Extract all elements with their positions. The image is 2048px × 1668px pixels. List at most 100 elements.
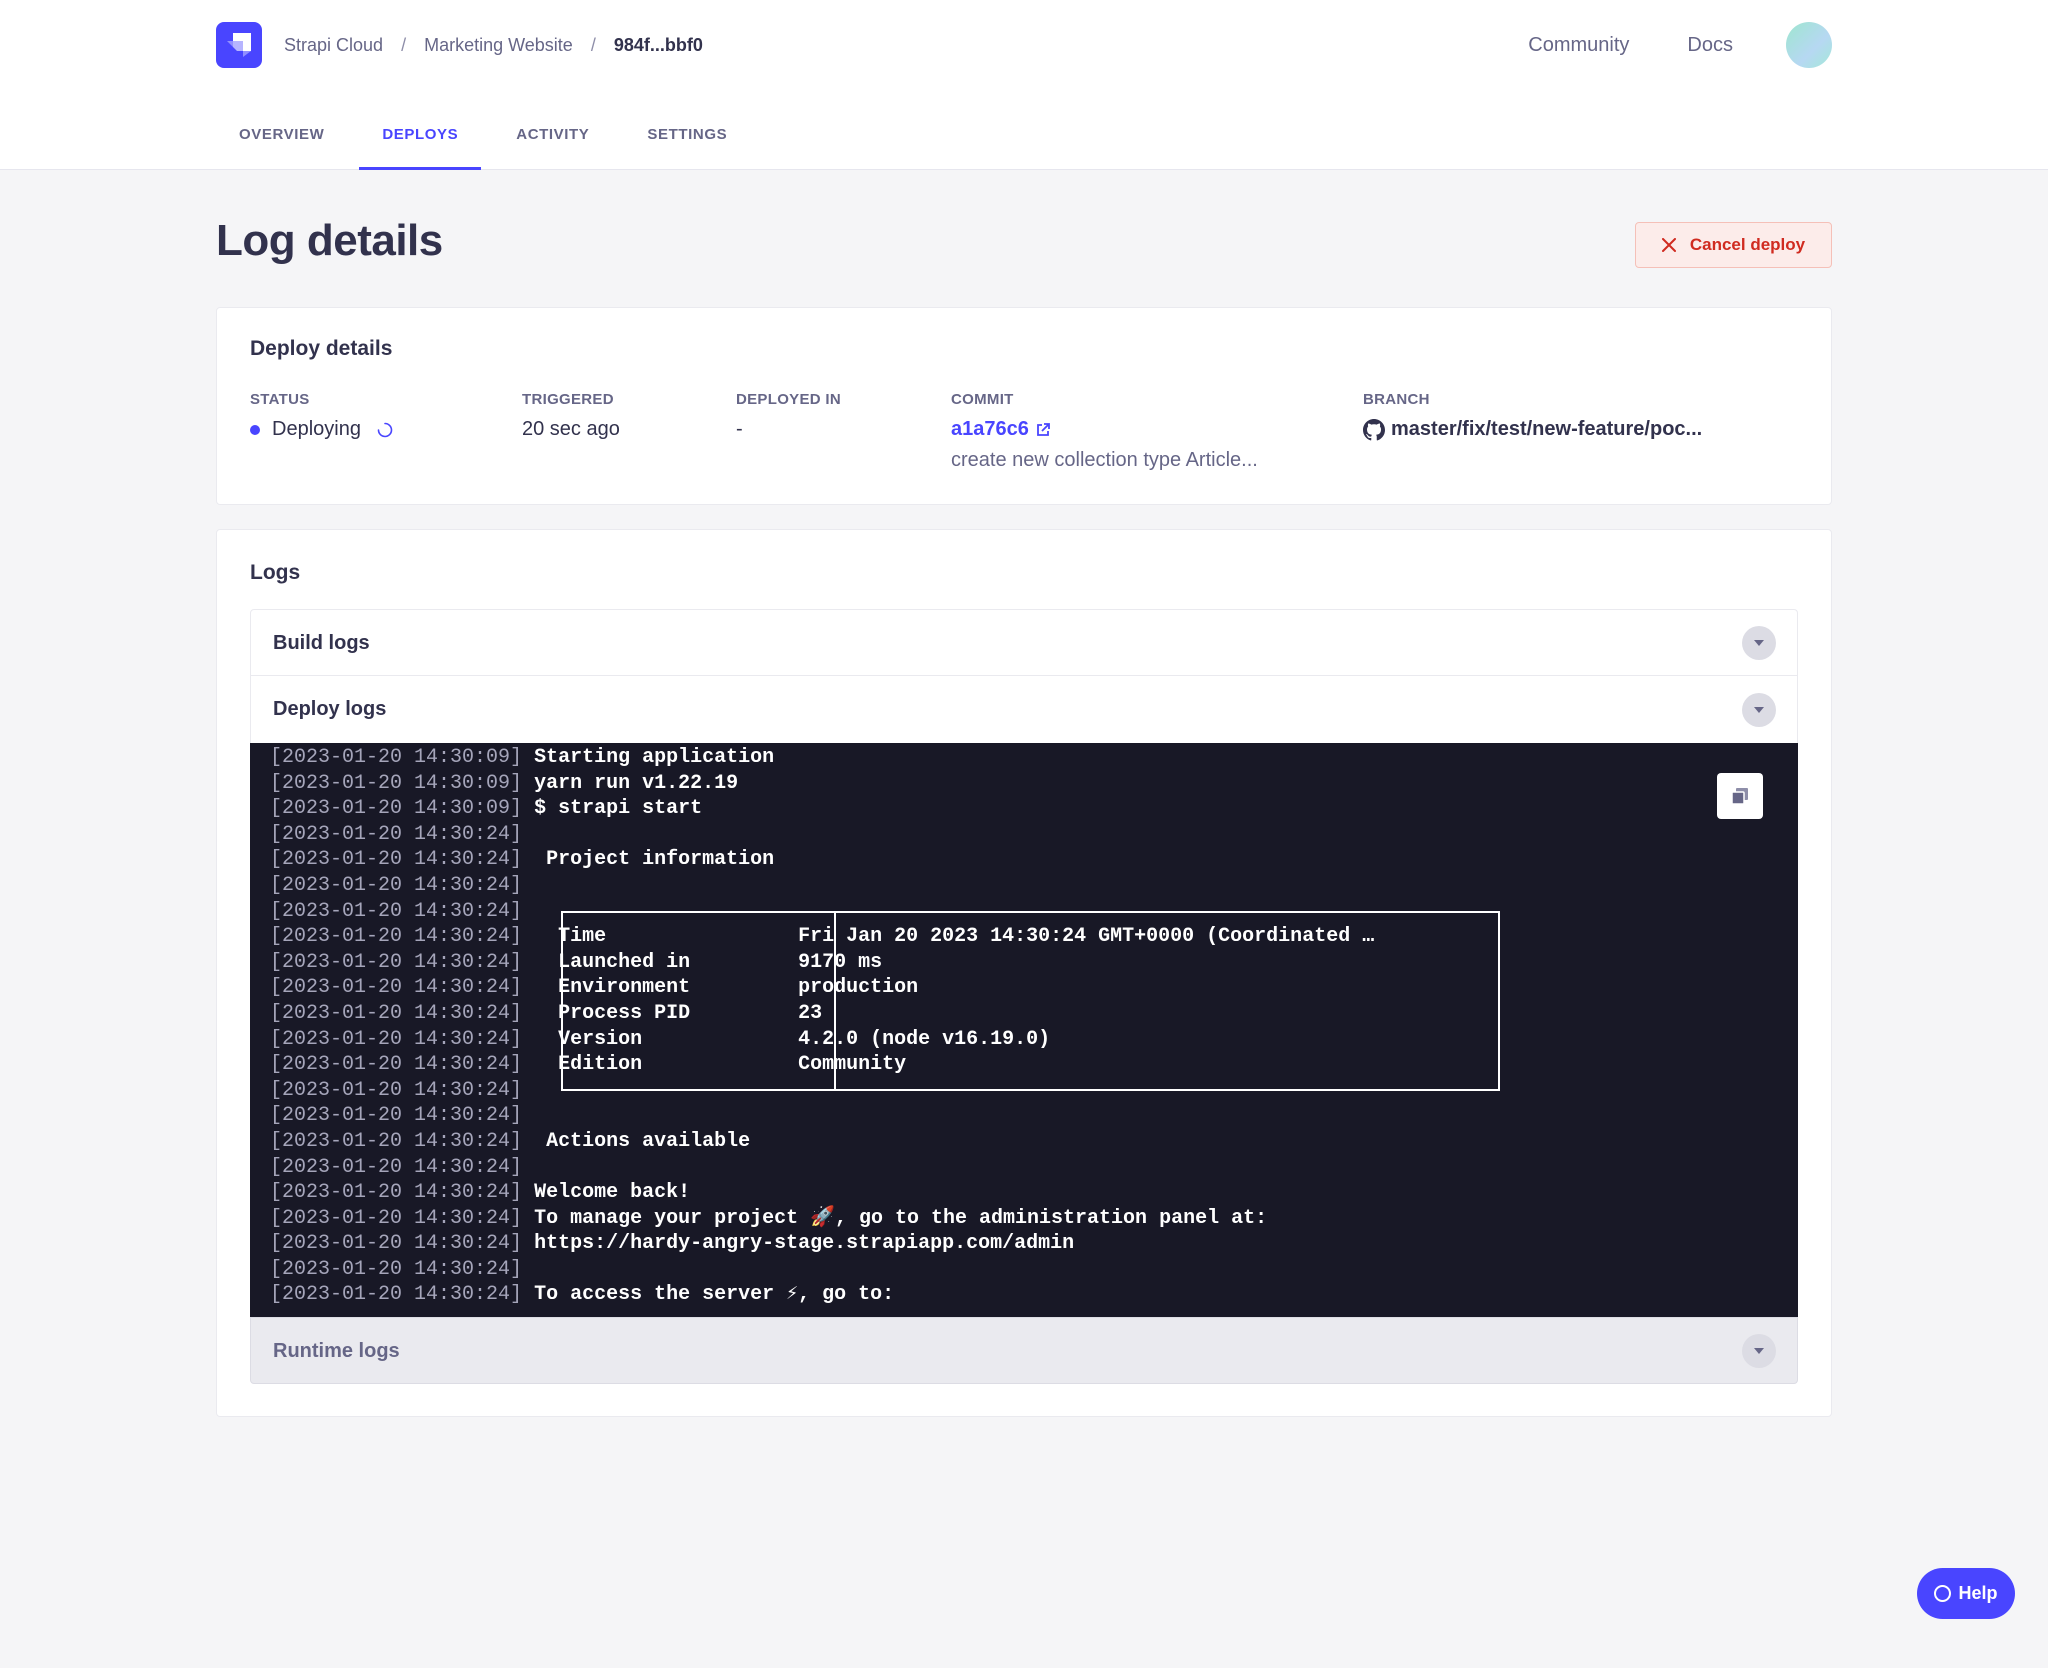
log-timestamp: [2023-01-20 14:30:09] (270, 797, 523, 821)
breadcrumb-separator: / (590, 34, 596, 55)
copy-icon (1731, 788, 1748, 805)
log-line: [2023-01-20 14:30:24] (270, 1257, 1374, 1283)
commit-message: create new collection type Article... (951, 449, 1258, 471)
log-line: [2023-01-20 14:30:24] Process PID 23 (270, 1001, 1374, 1027)
branch-value: master/fix/test/new-feature/poc... (1391, 418, 1703, 440)
triggered-value: 20 sec ago (522, 418, 620, 440)
log-message: $ strapi start (534, 797, 703, 821)
deploy-log-terminal[interactable]: [2023-01-20 14:30:09] Starting applicati… (250, 743, 1798, 1317)
log-timestamp: [2023-01-20 14:30:09] (270, 746, 523, 769)
loading-spinner-icon (377, 422, 393, 437)
log-timestamp: [2023-01-20 14:30:24] (270, 1129, 523, 1153)
deployed-in-field: DEPLOYED IN - (736, 391, 841, 441)
top-header: Strapi Cloud / Marketing Website / 984f.… (0, 0, 2048, 170)
log-line: [2023-01-20 14:30:24] Project informatio… (270, 847, 1374, 873)
log-timestamp: [2023-01-20 14:30:24] (270, 1053, 523, 1077)
status-label: STATUS (250, 391, 310, 408)
tab-overview[interactable]: OVERVIEW (216, 110, 347, 170)
deploy-logs-label: Deploy logs (273, 698, 387, 720)
log-timestamp: [2023-01-20 14:30:24] (270, 899, 523, 923)
build-logs-label: Build logs (273, 632, 370, 654)
cancel-deploy-button[interactable]: Cancel deploy (1635, 222, 1832, 268)
log-timestamp: [2023-01-20 14:30:24] (270, 873, 523, 897)
log-line: [2023-01-20 14:30:09] $ strapi start (270, 796, 1374, 822)
log-line: [2023-01-20 14:30:09] yarn run v1.22.19 (270, 771, 1374, 797)
log-line: [2023-01-20 14:30:24] (270, 1078, 1374, 1104)
breadcrumb-item-project[interactable]: Marketing Website (424, 35, 573, 56)
branch-label: BRANCH (1363, 391, 1430, 408)
tab-deploys[interactable]: DEPLOYS (359, 110, 482, 170)
log-timestamp: [2023-01-20 14:30:24] (270, 976, 523, 1000)
log-message: Welcome back! (534, 1181, 691, 1205)
log-line: [2023-01-20 14:30:24] Launched in 9170 m… (270, 950, 1374, 976)
log-timestamp: [2023-01-20 14:30:24] (270, 1078, 523, 1102)
status-dot (250, 424, 260, 435)
chevron-down-icon[interactable] (1742, 1334, 1776, 1368)
log-message: Environment production (534, 976, 919, 1000)
log-line: [2023-01-20 14:30:24] (270, 873, 1374, 899)
log-message: To access the server ⚡, go to: (534, 1283, 895, 1307)
deployed-in-value: - (736, 418, 743, 440)
deploy-details-card: Deploy details STATUS Deploying TRIGGERE… (216, 307, 1832, 505)
log-message: Starting application (534, 746, 775, 769)
chevron-down-icon[interactable] (1742, 693, 1776, 727)
log-line: [2023-01-20 14:30:24] To manage your pro… (270, 1206, 1374, 1232)
tab-settings[interactable]: SETTINGS (624, 110, 750, 170)
tab-activity[interactable]: ACTIVITY (493, 110, 612, 170)
commit-link[interactable]: a1a76c6 (951, 418, 1258, 441)
log-timestamp: [2023-01-20 14:30:24] (270, 1027, 523, 1051)
top-links: Community Docs (1470, 34, 1733, 57)
github-icon (1363, 418, 1385, 440)
logs-card: Logs Build logs Deploy logs [2023-01-20 … (216, 529, 1832, 1417)
external-link-icon (1036, 422, 1050, 436)
log-line: [2023-01-20 14:30:24] Edition Community (270, 1052, 1374, 1078)
log-lines: [2023-01-20 14:30:09] Starting applicati… (270, 745, 1374, 1308)
commit-label: COMMIT (951, 391, 1014, 408)
build-logs-accordion[interactable]: Build logs (250, 609, 1798, 676)
breadcrumb-item-cloud[interactable]: Strapi Cloud (284, 35, 383, 56)
help-button[interactable]: Help (1917, 1568, 2015, 1619)
log-message: Edition Community (534, 1053, 907, 1077)
runtime-logs-accordion[interactable]: Runtime logs (250, 1317, 1798, 1384)
log-timestamp: [2023-01-20 14:30:24] (270, 950, 523, 974)
copy-logs-button[interactable] (1717, 773, 1763, 819)
log-message: Launched in 9170 ms (534, 950, 883, 974)
strapi-logo-icon[interactable] (216, 22, 262, 68)
deploy-logs-accordion[interactable]: Deploy logs (250, 675, 1798, 743)
commit-field: COMMIT a1a76c6 create new collection typ… (951, 391, 1258, 472)
log-timestamp: [2023-01-20 14:30:24] (270, 1001, 523, 1025)
deploy-details-title: Deploy details (250, 337, 393, 360)
breadcrumb-current: 984f...bbf0 (613, 34, 703, 55)
log-line: [2023-01-20 14:30:24] Version 4.2.0 (nod… (270, 1027, 1374, 1053)
log-message: Process PID 23 (534, 1001, 823, 1025)
log-message: Time Fri Jan 20 2023 14:30:24 GMT+0000 (… (534, 925, 1375, 949)
status-value: Deploying (272, 418, 361, 440)
log-line: [2023-01-20 14:30:24] (270, 1155, 1374, 1181)
help-icon (1934, 1585, 1952, 1602)
log-timestamp: [2023-01-20 14:30:24] (270, 1155, 523, 1179)
log-line: [2023-01-20 14:30:24] (270, 1103, 1374, 1129)
log-line: [2023-01-20 14:30:09] Starting applicati… (270, 745, 1374, 771)
log-line: [2023-01-20 14:30:24] https://hardy-angr… (270, 1231, 1374, 1257)
log-timestamp: [2023-01-20 14:30:24] (270, 1206, 523, 1230)
log-message: Project information (534, 848, 775, 872)
close-icon (1661, 238, 1676, 252)
page-title: Log details (216, 216, 443, 265)
triggered-label: TRIGGERED (522, 391, 614, 408)
log-timestamp: [2023-01-20 14:30:24] (270, 1232, 523, 1256)
chevron-down-icon[interactable] (1742, 626, 1776, 660)
commit-hash[interactable]: a1a76c6 (951, 418, 1029, 441)
log-line: [2023-01-20 14:30:24] (270, 899, 1374, 925)
user-avatar[interactable] (1786, 22, 1832, 68)
log-message: To manage your project 🚀, go to the admi… (534, 1206, 1268, 1230)
log-line: [2023-01-20 14:30:24] Time Fri Jan 20 20… (270, 924, 1374, 950)
community-link[interactable]: Community (1528, 34, 1629, 57)
tab-bar: OVERVIEW DEPLOYS ACTIVITY SETTINGS (216, 110, 762, 170)
log-timestamp: [2023-01-20 14:30:24] (270, 1181, 523, 1205)
deployed-in-label: DEPLOYED IN (736, 391, 841, 408)
log-line: [2023-01-20 14:30:24] Actions available (270, 1129, 1374, 1155)
docs-link[interactable]: Docs (1687, 34, 1733, 57)
branch-field: BRANCH master/fix/test/new-feature/poc..… (1363, 391, 1702, 441)
log-timestamp: [2023-01-20 14:30:09] (270, 771, 523, 795)
log-message: yarn run v1.22.19 (534, 771, 739, 795)
